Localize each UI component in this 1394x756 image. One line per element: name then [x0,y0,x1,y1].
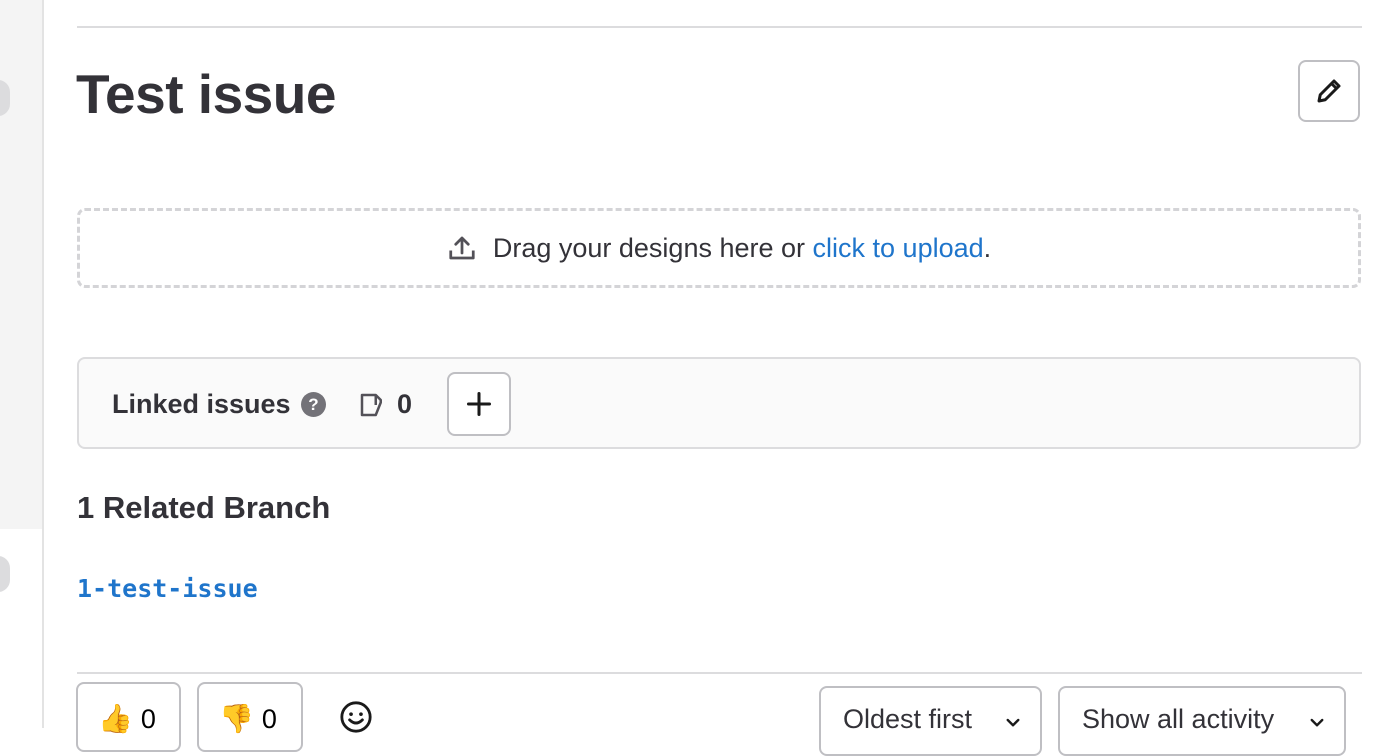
smiley-icon[interactable] [339,700,373,734]
top-divider [77,26,1362,28]
thumbs-up-count: 0 [140,704,156,734]
activity-filter-dropdown[interactable]: Show all activity [1058,686,1346,756]
design-dropzone[interactable]: Drag your designs here or click to uploa… [77,208,1361,288]
linked-issues-count: 0 [397,389,413,419]
related-branches-heading: 1 Related Branch [77,490,331,525]
dropzone-suffix: . [983,232,992,263]
plus-icon [466,391,492,417]
bottom-divider [77,672,1362,674]
edit-title-button[interactable] [1298,60,1360,122]
sort-order-label: Oldest first [843,704,973,734]
pencil-icon [1317,79,1341,103]
left-sidebar-lower [0,529,44,728]
linked-issues-label: Linked issues [112,389,291,419]
dropzone-prompt: Drag your designs here or [492,232,806,263]
thumbs-down-icon: 👎 [219,703,254,734]
sidebar-pill[interactable] [0,556,10,592]
sort-order-dropdown[interactable]: Oldest first [819,686,1042,756]
related-branch-link[interactable]: 1-test-issue [77,574,258,603]
issue-title: Test issue [76,63,336,125]
thumbs-up-icon: 👍 [98,703,133,734]
thumbs-down-award-button[interactable]: 👎 0 [197,682,303,752]
issues-icon [360,393,382,417]
linked-issues-panel: Linked issues ? 0 [77,357,1361,449]
chevron-down-icon [1006,718,1020,727]
sidebar-pill[interactable] [0,80,10,116]
left-sidebar [0,0,44,529]
add-linked-issue-button[interactable] [447,372,511,436]
upload-icon [449,236,475,260]
thumbs-down-count: 0 [261,704,277,734]
activity-filter-label: Show all activity [1082,704,1275,734]
click-to-upload-link[interactable]: click to upload [813,233,984,263]
dropzone-text: Drag your designs here or click to uploa… [493,233,991,264]
thumbs-up-award-button[interactable]: 👍 0 [76,682,181,752]
question-circle-icon[interactable]: ? [301,392,326,417]
chevron-down-icon [1310,718,1324,727]
